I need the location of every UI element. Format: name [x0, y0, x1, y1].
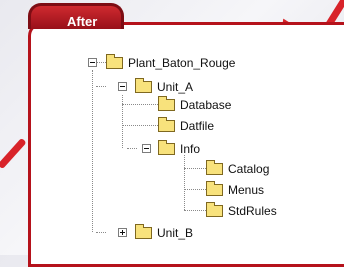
tree-item-label: Unit_B: [157, 226, 194, 240]
tree-line: [92, 70, 93, 232]
expand-toggle-unit-b[interactable]: [118, 228, 127, 237]
tree-item-unit-b[interactable]: Unit_B: [135, 224, 194, 241]
tree-line: [184, 210, 206, 211]
tree-line: [184, 189, 206, 190]
tree-line: [122, 95, 123, 148]
folder-icon: [106, 54, 123, 69]
folder-icon: [206, 160, 223, 175]
tree-item-label: StdRules: [228, 204, 277, 218]
folder-icon: [135, 78, 152, 93]
folder-tree: Plant_Baton_Rouge Unit_A Database Datfil…: [0, 0, 344, 255]
tree-item-catalog[interactable]: Catalog: [206, 160, 270, 177]
tree-item-datfile[interactable]: Datfile: [158, 117, 215, 134]
folder-icon: [206, 202, 223, 217]
folder-icon: [158, 140, 175, 155]
tree-line: [127, 148, 137, 149]
tree-line: [96, 86, 106, 87]
folder-icon: [158, 96, 175, 111]
tree-item-label: Catalog: [228, 162, 270, 176]
collapse-toggle-plant[interactable]: [88, 58, 97, 67]
tree-line: [96, 232, 106, 233]
folder-icon: [135, 224, 152, 239]
tree-item-label: Menus: [228, 183, 265, 197]
tree-line: [96, 62, 106, 63]
tree-line: [122, 125, 158, 126]
tree-line: [184, 155, 185, 210]
tree-item-info[interactable]: Info: [158, 140, 201, 157]
tree-item-label: Database: [180, 98, 232, 112]
tree-item-label: Unit_A: [157, 80, 194, 94]
tree-item-database[interactable]: Database: [158, 96, 232, 113]
tree-item-label: Plant_Baton_Rouge: [128, 56, 236, 70]
folder-icon: [206, 181, 223, 196]
tree-item-menus[interactable]: Menus: [206, 181, 265, 198]
tree-line: [122, 104, 158, 105]
tree-item-label: Datfile: [180, 119, 215, 133]
tree-line: [184, 168, 206, 169]
collapse-toggle-info[interactable]: [142, 144, 151, 153]
tree-item-label: Info: [180, 142, 201, 156]
collapse-toggle-unit-a[interactable]: [118, 82, 127, 91]
folder-icon: [158, 117, 175, 132]
tree-item-plant-baton-rouge[interactable]: Plant_Baton_Rouge: [106, 54, 236, 71]
tree-item-stdrules[interactable]: StdRules: [206, 202, 277, 219]
tree-item-unit-a[interactable]: Unit_A: [135, 78, 194, 95]
